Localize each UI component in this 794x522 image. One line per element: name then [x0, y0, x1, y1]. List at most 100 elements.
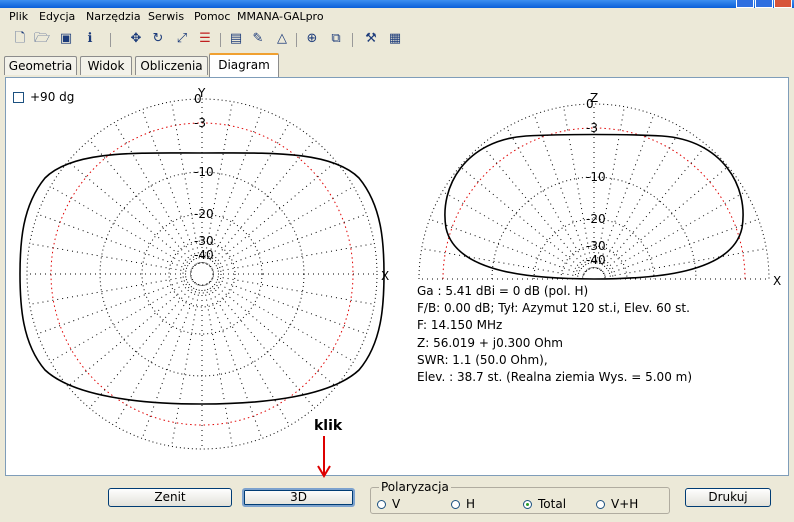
elevation-line: Elev. : 38.7 st. (Realna ziemia Wys. = 5… — [417, 370, 693, 385]
radio-vh[interactable]: V+H — [596, 497, 638, 511]
tab-geometria[interactable]: Geometria — [4, 56, 77, 75]
info-icon[interactable]: ℹ — [82, 31, 98, 47]
radio-h[interactable]: H — [451, 497, 475, 511]
grid-spoke — [89, 139, 196, 266]
menu-edycja[interactable]: Edycja — [39, 10, 75, 23]
ring-label: -30 — [194, 234, 214, 248]
menu-plik[interactable]: Plik — [9, 10, 28, 23]
ring-label: -10 — [586, 170, 606, 184]
radio-dot-selected[interactable] — [523, 500, 532, 509]
grid-ring — [26, 98, 378, 450]
menu-bar: Plik Edycja Narzędzia Serwis Pomoc MMANA… — [0, 8, 794, 26]
ring-label: -40 — [194, 248, 214, 262]
ring-label: -10 — [194, 165, 214, 179]
grid-spoke — [29, 243, 192, 273]
tab-diagram[interactable]: Diagram — [209, 53, 279, 77]
grid-spoke — [67, 161, 194, 268]
zenit-button[interactable]: Zenit — [108, 488, 232, 507]
grid-spoke — [597, 114, 655, 269]
ring-label: -3 — [586, 121, 598, 135]
grid-spoke — [208, 282, 315, 409]
radio-dot[interactable] — [596, 500, 605, 509]
grid-spoke — [205, 109, 263, 264]
calculator-icon[interactable]: ▦ — [387, 31, 403, 47]
move-icon[interactable]: ✥ — [128, 31, 144, 47]
copy-icon[interactable]: ⧉ — [328, 31, 344, 47]
grid-spoke — [459, 166, 586, 273]
grid-spoke — [50, 279, 193, 362]
grid-spoke — [114, 122, 197, 265]
pencil-icon[interactable]: ✎ — [250, 31, 266, 47]
new-file-icon[interactable]: 🗋 — [12, 31, 28, 47]
grid-spoke — [211, 186, 354, 269]
grid-spoke — [421, 248, 584, 278]
minimize-button[interactable] — [736, 0, 754, 8]
grid-spoke — [89, 282, 196, 409]
axis-label-right: X — [381, 269, 389, 283]
wires-icon[interactable]: ☰ — [197, 31, 213, 47]
front-back-line: F/B: 0.00 dB; Tył: Azymut 120 st.i, Elev… — [417, 301, 690, 316]
grid-spoke — [207, 122, 290, 265]
menu-serwis[interactable]: Serwis — [148, 10, 184, 23]
toolbar-separator — [220, 33, 221, 47]
grid-spoke — [29, 275, 192, 305]
polarization-label: Polaryzacja — [379, 480, 451, 494]
grid-spoke — [212, 243, 375, 273]
klik-annotation: klik — [314, 418, 343, 434]
document-icon[interactable]: ▤ — [228, 31, 244, 47]
save-icon[interactable]: ▣ — [58, 31, 74, 47]
target-icon[interactable]: ⊕ — [304, 31, 320, 47]
diagram-panel: Y X 0 -3 -10 -20 -30 -40 Z X 0 -3 -10 -20 -30 -40 +90 … — [5, 77, 789, 478]
close-button[interactable] — [774, 0, 792, 8]
ring-label: -20 — [194, 207, 214, 221]
ring-label: 0 — [586, 97, 594, 111]
ring-label: -30 — [586, 239, 606, 253]
tab-bar: Geometria Widok Obliczenia Diagram — [0, 53, 794, 77]
rotate-icon[interactable]: ↻ — [150, 31, 166, 47]
antenna-info: Ga : 5.41 dBi = 0 dB (pol. H) F/B: 0.00 … — [417, 283, 692, 386]
grid-spoke — [506, 127, 589, 270]
radio-dot[interactable] — [377, 500, 386, 509]
ring-label: -20 — [586, 212, 606, 226]
grid-spoke — [210, 161, 337, 268]
3d-button[interactable]: 3D — [242, 488, 355, 507]
menu-mmana-galpro[interactable]: MMANA-GALpro — [237, 10, 324, 23]
tools-icon[interactable]: ⚒ — [363, 31, 379, 47]
ring-label: -3 — [194, 116, 206, 130]
toolbar-separator — [352, 33, 353, 47]
maximize-button[interactable] — [755, 0, 773, 8]
grid-spoke — [210, 280, 337, 387]
radio-total[interactable]: Total — [523, 497, 566, 511]
grid-spoke — [171, 284, 201, 447]
swr-line: SWR: 1.1 (50.0 Ohm), — [417, 352, 548, 367]
elevation-plot: ZX0-3-10-20-30-40 — [418, 91, 781, 288]
impedance-line: Z: 56.019 + j0.300 Ohm — [417, 335, 563, 350]
toolbar-separator — [110, 33, 111, 47]
grid-spoke — [604, 218, 759, 276]
resize-icon[interactable]: ⤢ — [174, 31, 190, 47]
arrow-down-icon — [317, 436, 331, 478]
grid-spoke — [211, 279, 354, 362]
print-button[interactable]: Drukuj — [685, 488, 771, 507]
grid-spoke — [212, 277, 367, 335]
radiation-pattern-curve — [19, 152, 385, 405]
radio-v[interactable]: V — [377, 497, 400, 511]
tab-widok[interactable]: Widok — [80, 56, 132, 75]
checkbox-box[interactable] — [13, 92, 24, 103]
menu-pomoc[interactable]: Pomoc — [194, 10, 230, 23]
tab-obliczenia[interactable]: Obliczenia — [135, 56, 208, 75]
title-bar — [0, 0, 794, 8]
menu-narzedzia[interactable]: Narzędzia — [86, 10, 141, 23]
radio-dot[interactable] — [451, 500, 460, 509]
grid-spoke — [37, 277, 192, 335]
grid-spoke — [429, 218, 584, 276]
grid-spoke — [442, 191, 585, 274]
open-folder-icon[interactable]: 🗁 — [34, 31, 50, 47]
grid-spoke — [212, 275, 375, 305]
gain-line: Ga : 5.41 dBi = 0 dB (pol. H) — [417, 284, 589, 298]
triangle-icon[interactable]: △ — [274, 31, 290, 47]
grid-spoke — [37, 213, 192, 271]
azimuth-plot: YX0-3-10-20-30-40 — [19, 86, 389, 450]
grid-spoke — [602, 166, 729, 273]
bottom-controls: Zenit 3D Polaryzacja V H Total V+H Druku… — [0, 479, 794, 522]
